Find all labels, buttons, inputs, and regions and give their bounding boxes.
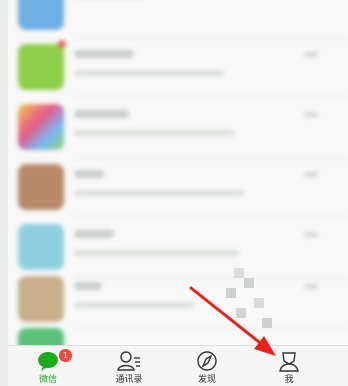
avatar — [18, 276, 64, 322]
chat-list-item[interactable] — [8, 270, 348, 330]
chat-list-item[interactable] — [8, 98, 348, 158]
tab-label: 微信 — [38, 375, 57, 385]
tab-chats[interactable]: 1 微信 — [13, 346, 83, 386]
chat-list-item[interactable] — [8, 158, 348, 218]
chat-bubble-icon — [36, 350, 60, 372]
tab-me[interactable]: 我 — [254, 346, 324, 386]
avatar — [18, 0, 64, 30]
chat-list-item[interactable] — [8, 218, 348, 278]
chat-list-item[interactable] — [8, 38, 348, 98]
avatar — [18, 44, 64, 90]
mosaic-blur — [226, 268, 276, 338]
avatar — [18, 164, 64, 210]
compass-icon — [195, 350, 219, 372]
chat-list[interactable] — [8, 0, 348, 374]
bottom-tab-bar: 1 微信 通讯录 发现 我 — [8, 345, 348, 386]
tab-contacts[interactable]: 通讯录 — [94, 346, 164, 386]
person-icon — [277, 350, 301, 372]
avatar — [18, 224, 64, 270]
tab-label: 通讯录 — [115, 375, 143, 385]
tab-discover[interactable]: 发现 — [172, 346, 242, 386]
tab-label: 我 — [284, 375, 294, 385]
avatar — [18, 104, 64, 150]
chat-list-item[interactable] — [8, 0, 348, 38]
unread-dot — [58, 40, 66, 48]
contacts-icon — [117, 350, 141, 372]
unread-badge: 1 — [58, 348, 73, 363]
tab-label: 发现 — [197, 375, 216, 385]
phone-screen: 1 微信 通讯录 发现 我 — [8, 0, 348, 386]
